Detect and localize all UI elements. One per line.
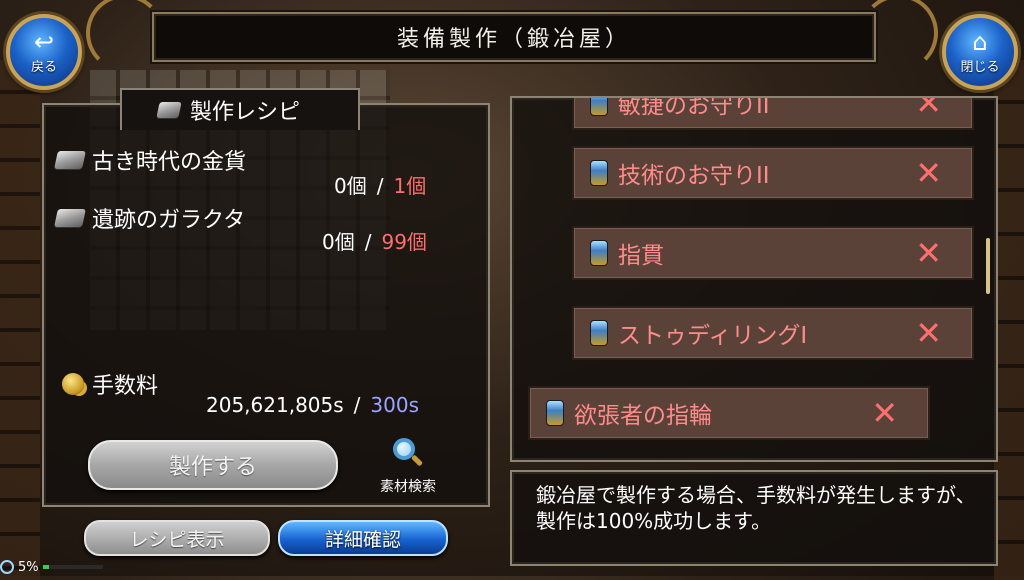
- material-qty-1: 0個 / 1個: [334, 170, 426, 199]
- list-item[interactable]: 指貫 ✕: [572, 226, 974, 280]
- craft-button[interactable]: 製作する: [88, 440, 338, 490]
- material-row-2: 遺跡のガラクタ: [54, 202, 246, 234]
- amulet-icon: [590, 240, 608, 266]
- close-button-label: 閉じる: [960, 59, 1000, 75]
- home-icon: ⌂: [972, 27, 988, 56]
- material-search-label: 素材検索: [380, 479, 436, 495]
- status-bar: 5%: [0, 558, 103, 576]
- list-scrollbar[interactable]: [986, 238, 990, 294]
- amulet-icon: [546, 400, 564, 426]
- material-search-button[interactable]: 素材検索: [368, 438, 448, 496]
- list-item-label: 敏捷のお守りII: [618, 96, 770, 119]
- list-item-label: ストゥディリングI: [618, 323, 808, 349]
- page-title-text: 装備製作（鍛冶屋）: [396, 27, 631, 52]
- recipe-title: 製作レシピ: [190, 100, 301, 125]
- ingot-icon: [54, 151, 86, 169]
- amulet-icon: [590, 98, 608, 116]
- description-text: 鍛冶屋で製作する場合、手数料が発生しますが、製作は100%成功します。: [536, 483, 976, 533]
- list-item-selected[interactable]: 欲張者の指輪 ✕: [528, 386, 930, 440]
- fee-need: 300s: [370, 393, 419, 417]
- unavailable-x-icon: ✕: [915, 96, 942, 122]
- material-need-2: 99個: [381, 230, 427, 254]
- list-item-label: 指貫: [618, 243, 664, 269]
- battery-bar: [42, 565, 103, 569]
- battery-text: 5%: [18, 559, 39, 575]
- material-need-1: 1個: [393, 174, 427, 198]
- material-name-2: 遺跡のガラクタ: [92, 208, 246, 233]
- material-row-1: 古き時代の金貨: [54, 144, 247, 176]
- detail-label: 詳細確認: [324, 528, 401, 551]
- material-have-1: 0個: [334, 174, 367, 198]
- equipment-list-panel[interactable]: 敏捷のお守りII ✕ 技術のお守りII ✕ 指貫 ✕ ストゥディリングI ✕ 欲…: [510, 96, 998, 462]
- fee-row: 手数料: [62, 368, 158, 400]
- amulet-icon: [590, 160, 608, 186]
- qty-separator: /: [353, 393, 361, 417]
- back-button[interactable]: ↩ 戻る: [6, 14, 82, 90]
- recipe-show-label: レシピ表示: [129, 528, 225, 551]
- list-item[interactable]: 敏捷のお守りII ✕: [572, 96, 974, 130]
- recipe-show-button[interactable]: レシピ表示: [84, 520, 270, 556]
- unavailable-x-icon: ✕: [871, 394, 898, 432]
- recipe-title-tab: 製作レシピ: [120, 88, 360, 130]
- craft-button-label: 製作する: [168, 455, 257, 480]
- close-button[interactable]: ⌂ 閉じる: [942, 14, 1018, 90]
- qty-separator: /: [376, 174, 384, 198]
- unavailable-x-icon: ✕: [915, 154, 942, 192]
- page-title: 装備製作（鍛冶屋）: [152, 12, 876, 62]
- back-arrow-icon: ↩: [33, 27, 55, 56]
- battery-ring-icon: [0, 560, 14, 574]
- list-item-label: 技術のお守りII: [618, 163, 770, 189]
- fee-label: 手数料: [92, 374, 159, 399]
- unavailable-x-icon: ✕: [915, 234, 942, 272]
- list-item-label: 欲張者の指輪: [574, 403, 712, 429]
- ingot-icon: [54, 209, 86, 227]
- coin-icon: [62, 373, 84, 395]
- magnifier-icon: [391, 438, 425, 472]
- material-qty-2: 0個 / 99個: [322, 226, 427, 255]
- list-item[interactable]: 技術のお守りII ✕: [572, 146, 974, 200]
- amulet-icon: [590, 320, 608, 346]
- list-item[interactable]: ストゥディリングI ✕: [572, 306, 974, 360]
- detail-button[interactable]: 詳細確認: [278, 520, 448, 556]
- fee-qty: 205,621,805s / 300s: [206, 393, 419, 417]
- fee-have: 205,621,805s: [206, 393, 344, 417]
- unavailable-x-icon: ✕: [915, 314, 942, 352]
- material-name-1: 古き時代の金貨: [92, 150, 247, 175]
- qty-separator: /: [364, 230, 372, 254]
- battery-fill: [42, 565, 49, 569]
- recipe-scroll-icon: [156, 102, 182, 118]
- background-shelf-left: [0, 60, 40, 580]
- back-button-label: 戻る: [30, 59, 57, 75]
- material-have-2: 0個: [322, 230, 355, 254]
- background-shelf-right: [994, 60, 1024, 580]
